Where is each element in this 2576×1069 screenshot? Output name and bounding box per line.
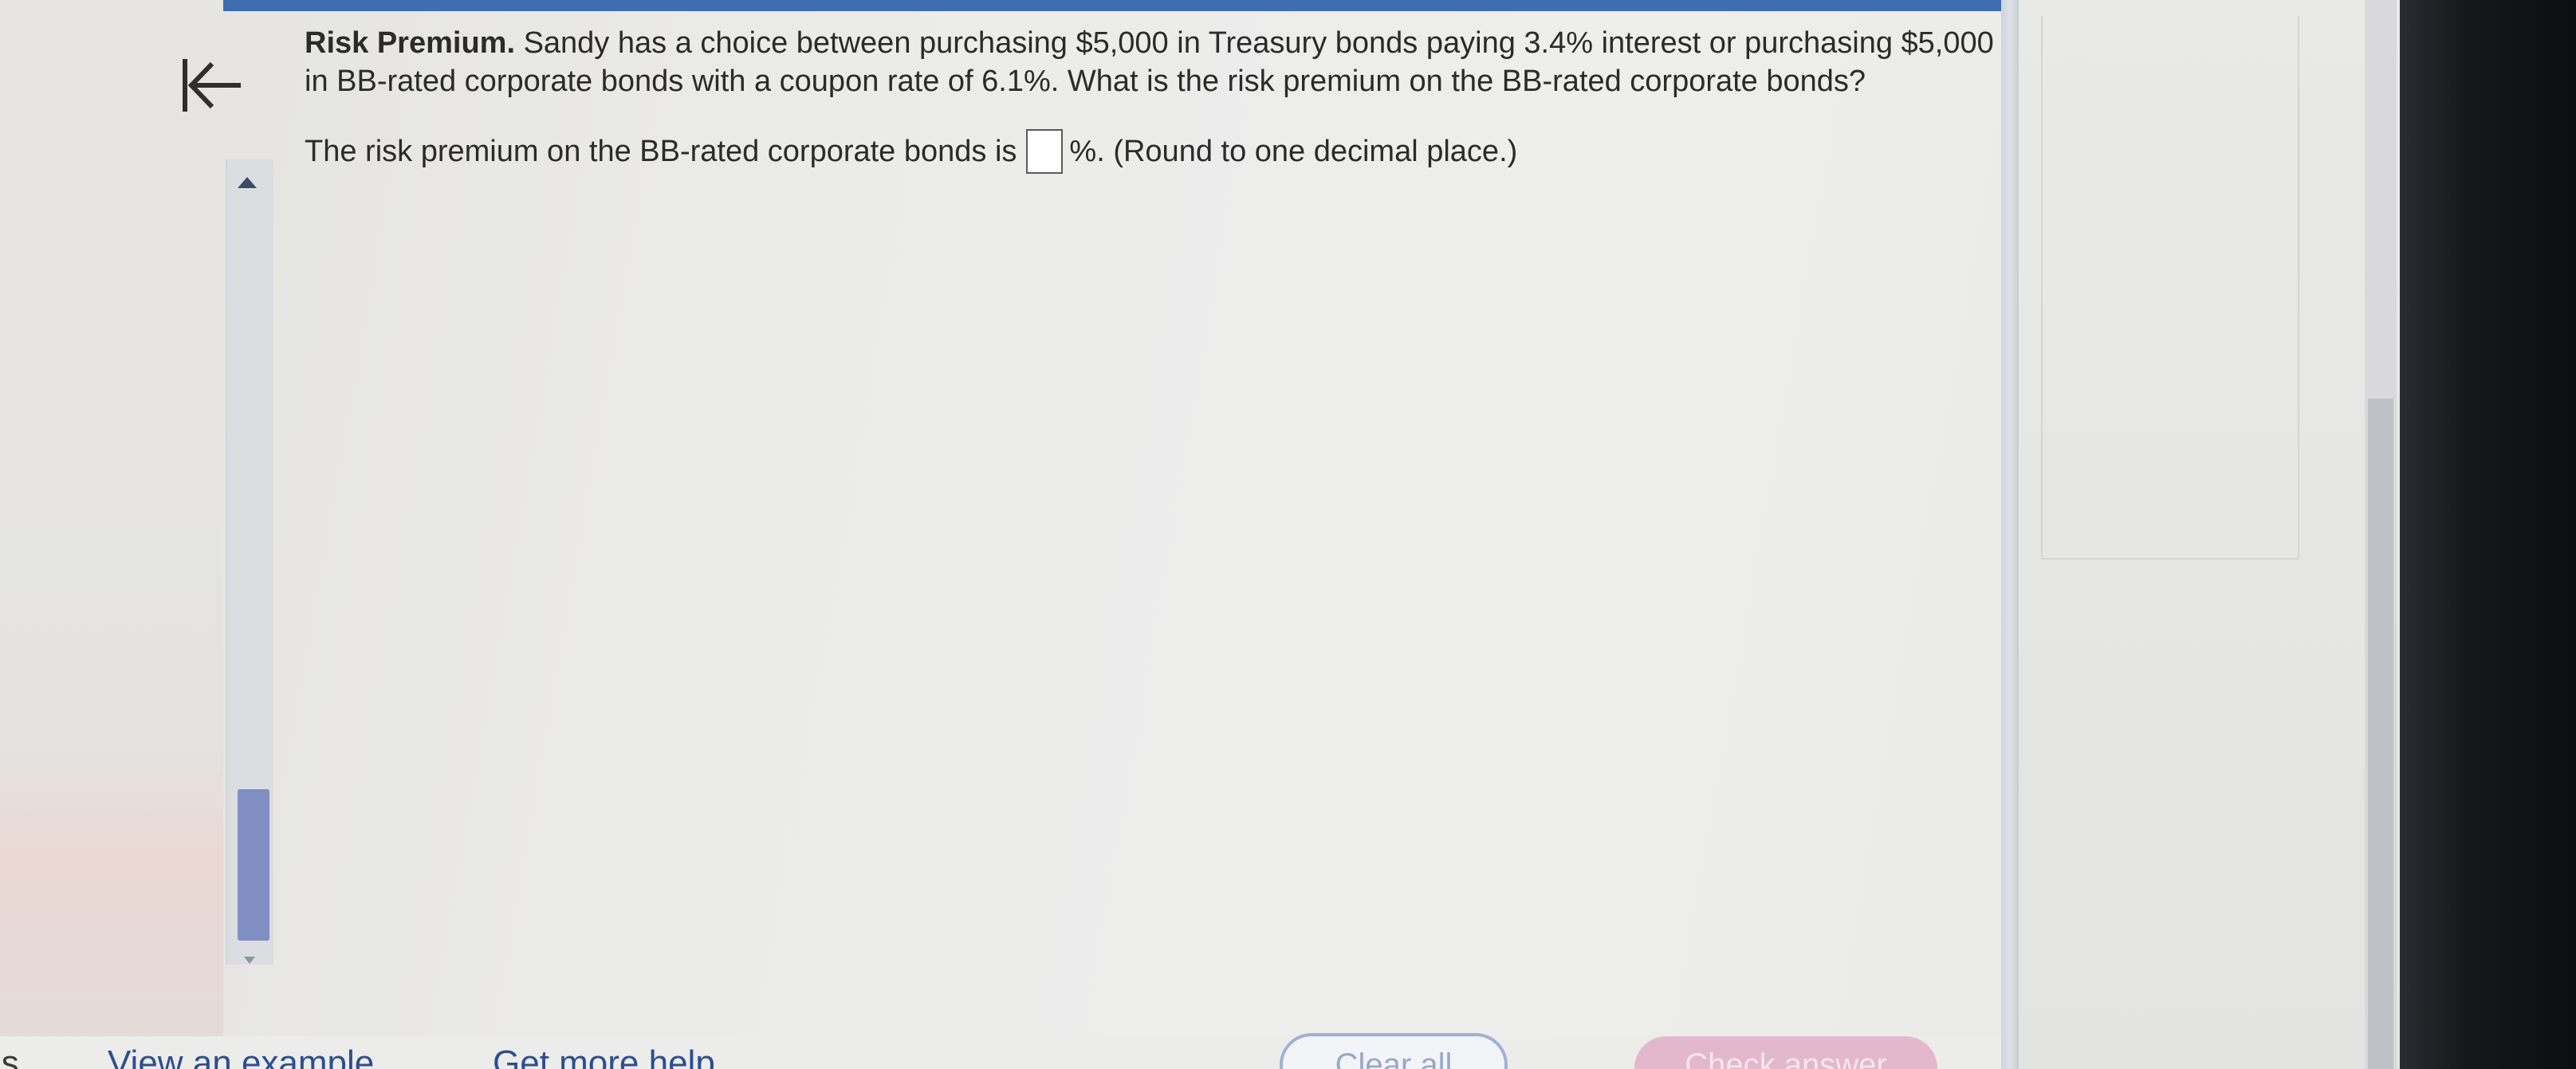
right-scrollbar-thumb[interactable]	[2368, 399, 2393, 1069]
check-answer-button[interactable]: Check answer	[1634, 1036, 1937, 1069]
question-body: Sandy has a choice between purchasing $5…	[305, 26, 1994, 98]
question-panel: Risk Premium. Sandy has a choice between…	[305, 24, 1995, 174]
collapse-left-icon[interactable]	[177, 49, 249, 121]
view-example-link[interactable]: View an example	[108, 1043, 374, 1069]
top-accent-strip	[0, 0, 2009, 11]
partial-left-label: is	[0, 1043, 19, 1069]
answer-line: The risk premium on the BB-rated corpora…	[305, 129, 1995, 174]
clear-all-button[interactable]: Clear all	[1280, 1033, 1508, 1069]
right-panel-frame	[2041, 16, 2299, 560]
question-text: Risk Premium. Sandy has a choice between…	[305, 24, 1995, 100]
screen-bezel	[2400, 0, 2576, 1069]
left-scrollbar-thumb[interactable]	[238, 789, 269, 941]
panel-divider[interactable]	[2001, 0, 2019, 1069]
scroll-down-arrow-icon[interactable]	[244, 957, 255, 964]
scroll-up-arrow-icon[interactable]	[238, 177, 257, 188]
answer-suffix: %. (Round to one decimal place.)	[1069, 135, 1518, 168]
get-more-help-link[interactable]: Get more help	[493, 1043, 715, 1069]
homework-page: Risk Premium. Sandy has a choice between…	[0, 0, 2576, 1069]
question-title: Risk Premium.	[305, 26, 515, 60]
answer-prefix: The risk premium on the BB-rated corpora…	[305, 135, 1017, 168]
answer-input[interactable]	[1026, 129, 1064, 174]
left-gutter	[0, 0, 223, 1069]
